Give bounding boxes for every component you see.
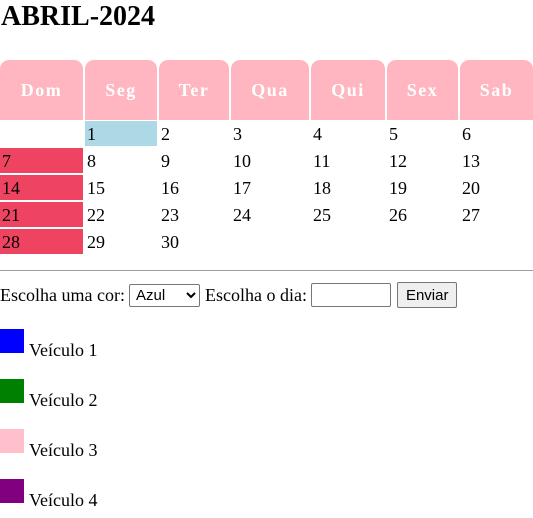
day-cell[interactable]: 19 — [387, 175, 458, 200]
vehicle-color-swatch — [0, 479, 24, 503]
day-label: Escolha o dia: — [204, 284, 307, 305]
weekday-header: Sex — [387, 60, 458, 120]
day-cell[interactable]: 6 — [460, 121, 533, 146]
day-cell[interactable]: 11 — [311, 148, 385, 173]
day-cell[interactable]: 1 — [85, 121, 157, 146]
vehicle-label: Veículo 4 — [29, 490, 98, 510]
calendar-week-row: 14 15 16 17 18 19 20 — [0, 175, 533, 202]
calendar-week-row: 123456 — [0, 121, 533, 148]
vehicle-label: Veículo 2 — [29, 390, 98, 410]
weekday-header: Qui — [311, 60, 385, 120]
calendar-body: 1 2 3 4 5 6 7 8 9 10 11 12 13 14 15 16 17 18 19 20 21 22 23 24 2… — [0, 121, 533, 256]
day-cell[interactable]: 28 — [0, 229, 83, 254]
day-cell[interactable]: 15 — [85, 175, 157, 200]
day-cell[interactable]: 12 — [387, 148, 458, 173]
vehicle-color-swatch — [0, 379, 24, 403]
send-button[interactable]: Enviar — [396, 282, 458, 308]
weekday-header: Dom — [0, 60, 83, 120]
day-cell[interactable]: 16 — [159, 175, 229, 200]
legend-item: Veículo 1 — [0, 328, 97, 359]
calendar-week-row: 21 22 23 24 25 26 27 — [0, 202, 533, 229]
vehicle-label: Veículo 1 — [29, 340, 98, 360]
empty-day-cell — [231, 229, 309, 254]
legend-item: Veículo 2 — [0, 378, 97, 409]
day-cell[interactable]: 2 — [159, 121, 229, 146]
color-select[interactable]: Azul — [128, 283, 200, 307]
legend-item: Veículo 3 — [0, 428, 97, 459]
day-cell[interactable]: 13 — [460, 148, 533, 173]
divider — [0, 270, 533, 271]
vehicle-color-swatch — [0, 329, 24, 353]
day-cell[interactable]: 25 — [311, 202, 385, 227]
day-cell[interactable]: 20 — [460, 175, 533, 200]
calendar-header: Dom Seg Ter Qua Qui Sex Sab — [0, 60, 533, 120]
legend-item: Veículo 4 — [0, 478, 97, 509]
color-label: Escolha uma cor: — [0, 284, 125, 305]
day-cell[interactable]: 22 — [85, 202, 157, 227]
vehicle-color-swatch — [0, 429, 24, 453]
day-cell[interactable]: 18 — [311, 175, 385, 200]
vehicle-label: Veículo 3 — [29, 440, 98, 460]
day-cell[interactable]: 5 — [387, 121, 458, 146]
calendar-week-row: 28 29 30 — [0, 229, 533, 256]
day-cell[interactable]: 10 — [231, 148, 309, 173]
day-cell[interactable]: 7 — [0, 148, 83, 173]
day-cell[interactable]: 17 — [231, 175, 309, 200]
day-cell[interactable]: 30 — [159, 229, 229, 254]
day-cell[interactable]: 27 — [460, 202, 533, 227]
calendar: Dom Seg Ter Qua Qui Sex Sab 1 2 3 4 5 6 7 8 9 10 1… — [0, 60, 533, 256]
weekday-header: Ter — [159, 60, 229, 120]
empty-day-cell — [0, 121, 83, 146]
day-cell[interactable]: 26 — [387, 202, 458, 227]
day-input[interactable] — [310, 283, 391, 307]
day-cell[interactable]: 23 — [159, 202, 229, 227]
empty-day-cell — [311, 229, 385, 254]
weekday-header: Seg — [85, 60, 157, 120]
weekday-header: Sab — [460, 60, 533, 120]
day-cell[interactable]: 24 — [231, 202, 309, 227]
day-cell[interactable]: 14 — [0, 175, 83, 200]
day-cell[interactable]: 8 — [85, 148, 157, 173]
empty-day-cell — [460, 229, 533, 254]
day-cell[interactable]: 29 — [85, 229, 157, 254]
day-cell[interactable]: 3 — [231, 121, 309, 146]
day-cell[interactable]: 4 — [311, 121, 385, 146]
calendar-week-row: 7 8 9 10 11 12 13 — [0, 148, 533, 175]
day-cell[interactable]: 21 — [0, 202, 83, 227]
day-cell[interactable]: 9 — [159, 148, 229, 173]
empty-day-cell — [387, 229, 458, 254]
page-title: ABRIL-2024 — [1, 1, 156, 32]
weekday-header: Qua — [231, 60, 309, 120]
controls-form: Escolha uma cor: Azul Escolha o dia: Env… — [0, 282, 458, 308]
